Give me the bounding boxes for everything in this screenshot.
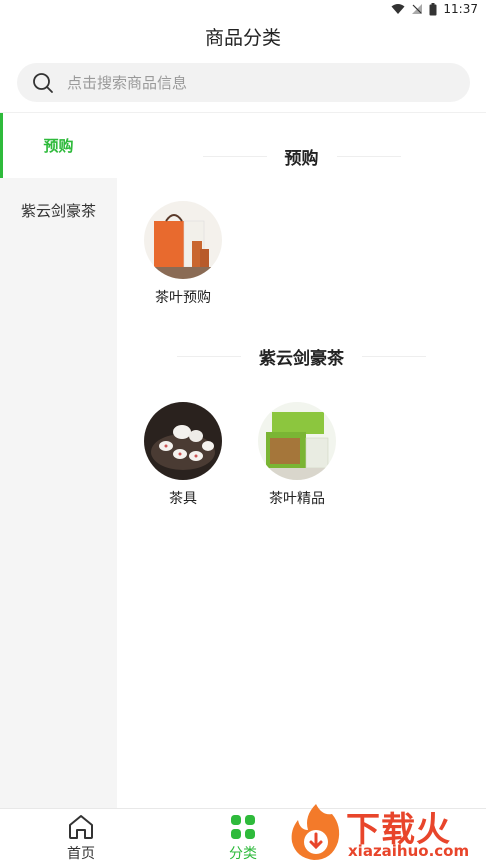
status-time: 11:37 bbox=[443, 2, 478, 16]
tab-category[interactable]: 分类 bbox=[203, 809, 283, 864]
divider-line bbox=[362, 355, 426, 357]
wifi-icon bbox=[391, 4, 405, 14]
category-label: 茶具 bbox=[169, 491, 197, 507]
tea-set-image bbox=[144, 402, 222, 480]
status-bar: 11:37 bbox=[0, 0, 486, 20]
tab-home[interactable]: 首页 bbox=[41, 809, 121, 864]
watermark-subtext: xiazaihuo.com bbox=[348, 842, 470, 860]
search-bar[interactable] bbox=[17, 63, 470, 102]
category-item-tea-preorder[interactable]: 茶叶预购 bbox=[138, 201, 228, 307]
divider-line bbox=[336, 155, 401, 157]
sidebar-item-label: 预购 bbox=[43, 137, 74, 155]
tab-label: 首页 bbox=[67, 846, 95, 862]
sidebar-item-ziyun-tea[interactable]: 紫云剑豪茶 bbox=[0, 178, 117, 243]
divider-line bbox=[177, 355, 241, 357]
category-label: 茶叶精品 bbox=[269, 491, 325, 507]
page-title: 商品分类 bbox=[204, 27, 281, 49]
tea-gift-box-image bbox=[144, 201, 222, 279]
status-icons: 11:37 bbox=[391, 2, 478, 16]
section-header-ziyun-tea: 紫云剑豪茶 bbox=[117, 341, 486, 371]
sidebar-item-label: 紫云剑豪茶 bbox=[20, 202, 96, 220]
category-item-tea-set[interactable]: 茶具 bbox=[138, 402, 228, 508]
home-icon bbox=[69, 815, 93, 839]
sidebar-item-preorder[interactable]: 预购 bbox=[0, 113, 117, 178]
search-input[interactable] bbox=[67, 63, 447, 102]
section-title: 预购 bbox=[284, 148, 319, 169]
divider-line bbox=[202, 155, 267, 157]
battery-icon bbox=[429, 2, 437, 15]
category-label: 茶叶预购 bbox=[155, 290, 211, 306]
section-title: 紫云剑豪茶 bbox=[259, 348, 344, 369]
category-content: 预购 茶叶预购 紫云剑豪茶 茶具 茶叶精品 bbox=[117, 113, 486, 808]
flame-logo-icon bbox=[291, 804, 340, 860]
section-header-preorder: 预购 bbox=[117, 141, 486, 171]
tab-label: 分类 bbox=[229, 846, 257, 862]
category-grid-icon bbox=[231, 815, 255, 839]
search-icon bbox=[33, 73, 53, 93]
category-sidebar: 预购 紫云剑豪茶 bbox=[0, 113, 117, 808]
category-item-premium-tea[interactable]: 茶叶精品 bbox=[252, 402, 342, 508]
premium-tea-box-image bbox=[258, 402, 336, 480]
watermark-logo: 下载火 xiazaihuo.com bbox=[286, 800, 486, 864]
no-signal-icon bbox=[412, 4, 423, 14]
